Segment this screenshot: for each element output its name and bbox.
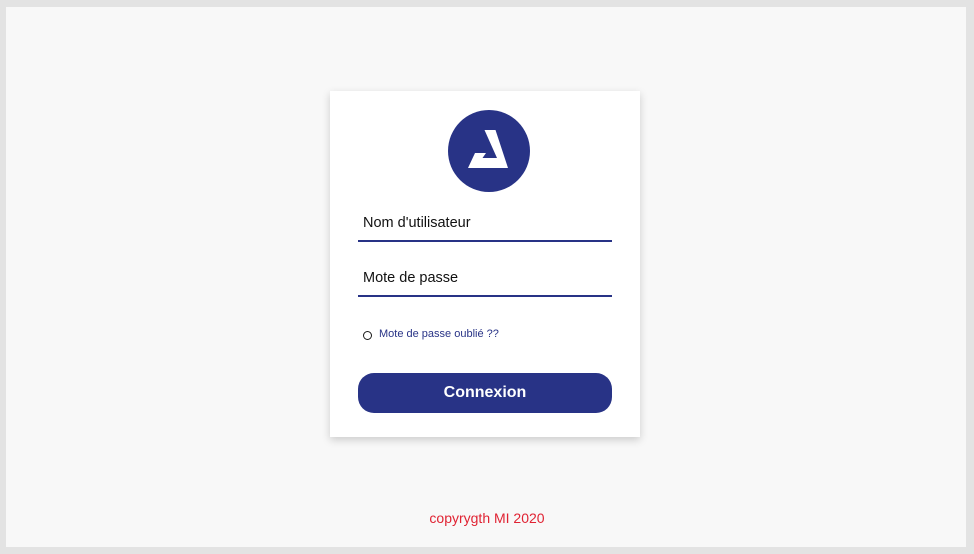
login-card: Mote de passe oublié ?? Connexion	[330, 91, 640, 437]
forgot-password-label: Mote de passe oublié ??	[379, 328, 499, 340]
password-input[interactable]	[358, 263, 611, 293]
copyright-text: copyrygth MI 2020	[429, 510, 545, 526]
logo-icon	[448, 110, 530, 192]
radio-icon[interactable]	[363, 330, 372, 340]
login-button[interactable]: Connexion	[358, 373, 612, 413]
username-field-wrapper	[358, 208, 612, 242]
username-input[interactable]	[358, 208, 611, 238]
password-field-wrapper	[358, 263, 612, 297]
forgot-password-link[interactable]: Mote de passe oublié ??	[363, 327, 499, 341]
